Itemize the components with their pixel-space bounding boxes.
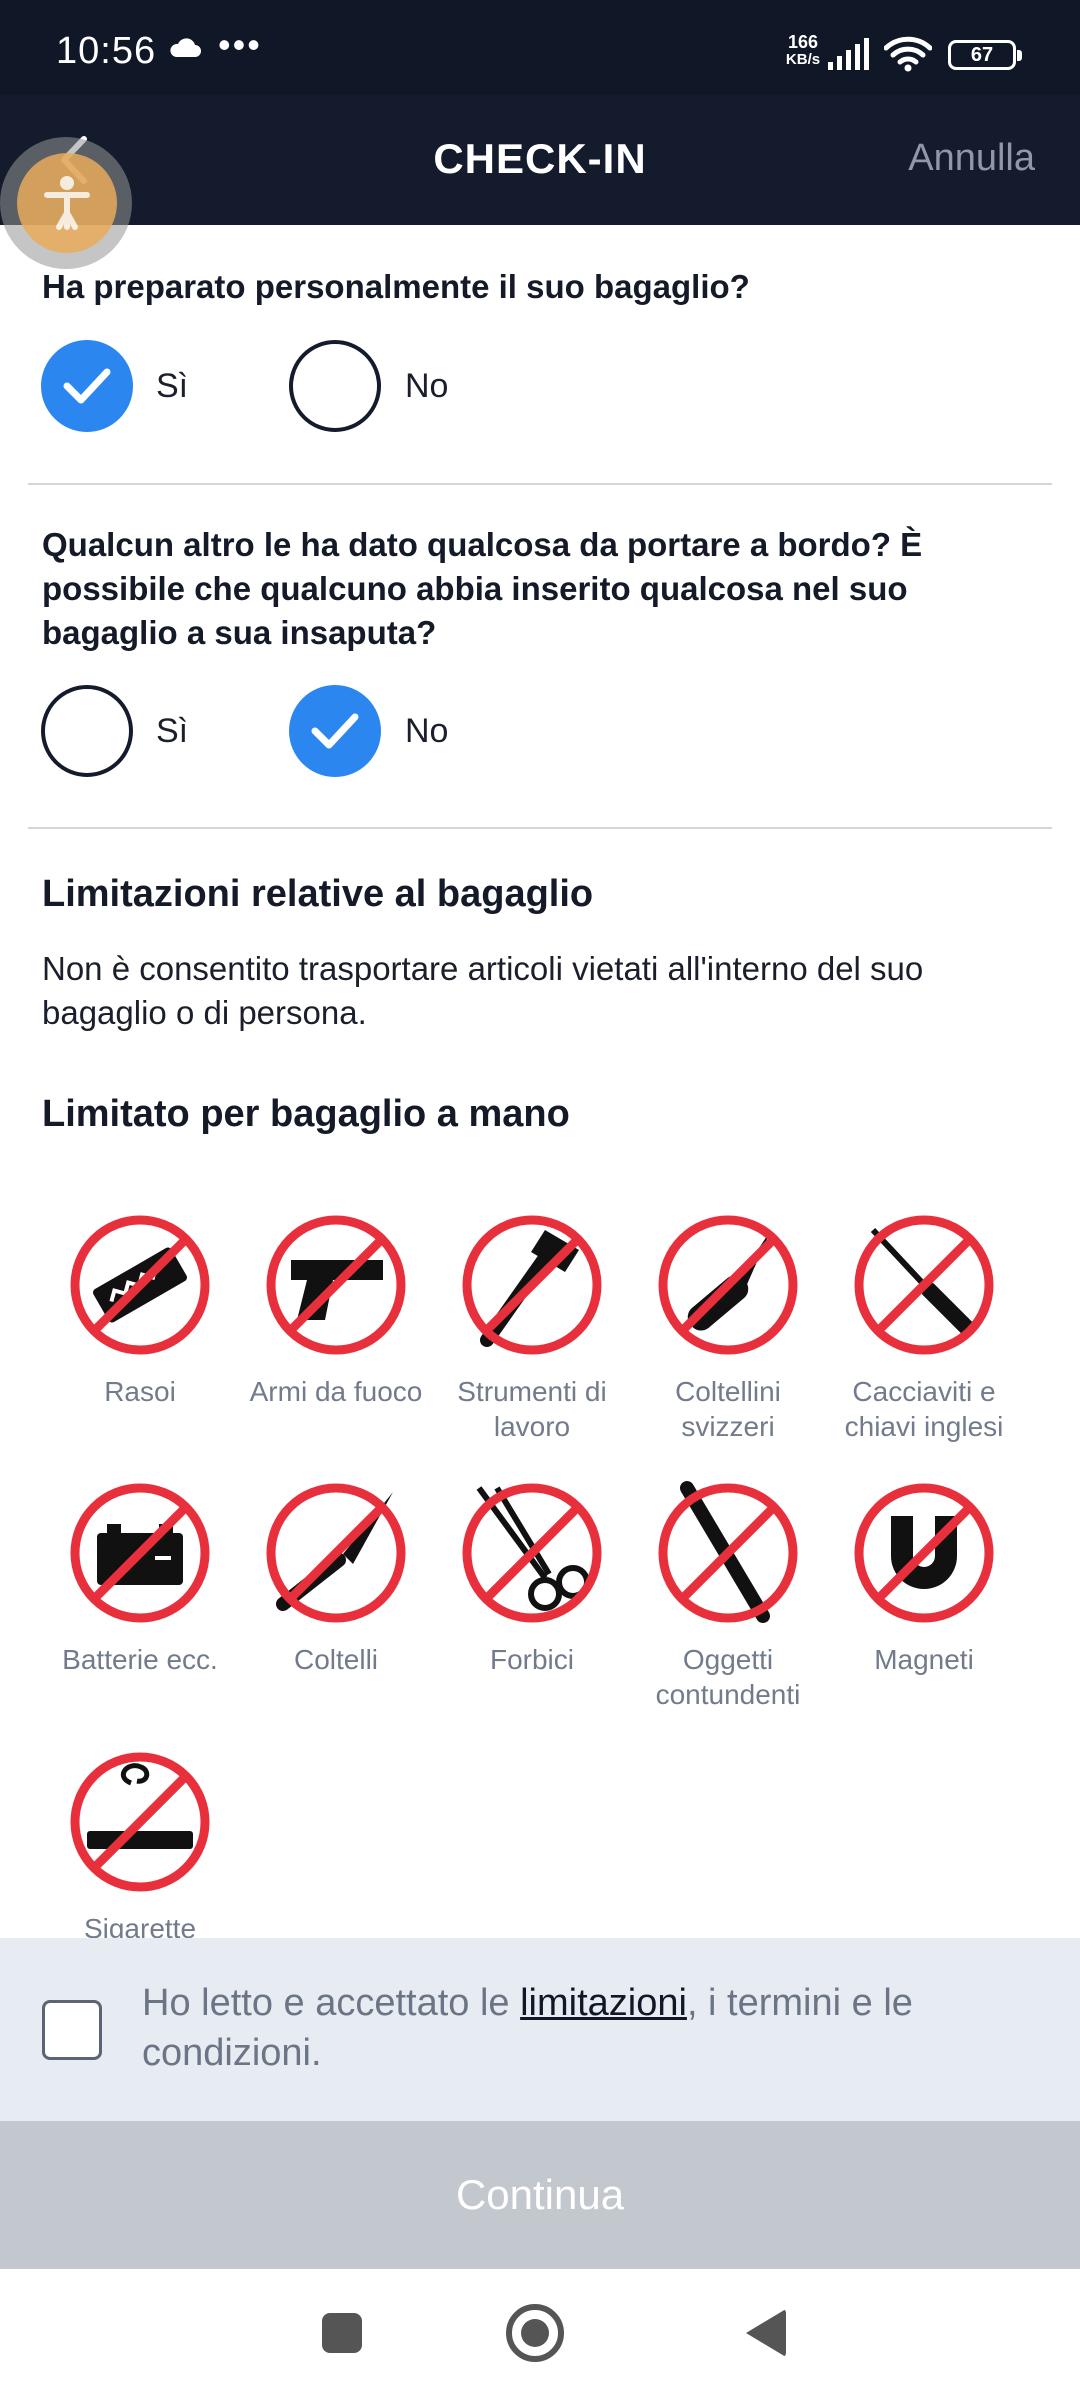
item-label: Oggetti contundenti [655,1644,801,1710]
battery-indicator: 67 [948,40,1022,70]
status-bar: 10:56 ••• 166 KB/s 67 [0,0,1080,95]
divider [28,827,1052,829]
restricted-item-knives: Coltelli [238,1478,434,1677]
accept-terms-bar: Ho letto e accettato le limitazioni, i t… [0,1938,1080,2121]
divider [28,483,1052,485]
nav-back-icon[interactable] [746,2309,786,2357]
item-label: Batterie ecc. [62,1644,218,1675]
restricted-item-razors: Rasoi [42,1210,238,1409]
radio-q1-no-label: No [405,367,449,405]
restricted-item-scissors: Forbici [434,1478,630,1677]
restricted-item-cigarettes: Sigarette [42,1747,238,1938]
check-icon [63,368,111,404]
scissors-icon [462,1483,602,1623]
network-speed: 166 KB/s [785,32,821,68]
battery-icon [70,1483,210,1623]
recent-apps-icon[interactable] [322,2313,362,2353]
signal-icon [828,38,869,70]
continue-button[interactable]: Continua [0,2121,1080,2269]
item-label: Strumenti di lavoro [457,1376,607,1442]
gun-icon [266,1215,406,1355]
cigarette-icon [70,1752,210,1892]
restricted-item-magnets: Magneti [826,1478,1022,1677]
cloud-icon [170,38,201,57]
question-items-from-others: Qualcun altro le ha dato qualcosa da por… [42,526,923,651]
question-packed-self: Ha preparato personalmente il suo bagagl… [42,268,750,305]
radio-q2-yes[interactable] [41,685,133,777]
restricted-item-batteries: Batterie ecc. [42,1478,238,1677]
item-label: Magneti [874,1644,974,1675]
knife-icon [266,1483,406,1623]
bat-icon [658,1481,798,1623]
restricted-item-tools: Strumenti di lavoro [434,1210,630,1444]
swiss-knife-icon [658,1215,798,1355]
radio-q2-no[interactable] [289,685,381,777]
item-label: Coltelli [293,1644,379,1675]
check-icon [311,713,359,749]
restricted-item-firearms: Armi da fuoco [238,1210,434,1409]
item-label: Armi da fuoco [249,1376,423,1407]
restrictions-description: Non è consentito trasportare articoli vi… [42,950,924,1031]
cancel-button[interactable]: Annulla [908,137,1035,180]
restrictions-title: Limitazioni relative al bagaglio [42,873,594,915]
radio-q1-yes[interactable] [41,340,133,432]
restricted-item-screwdrivers: Cacciaviti e chiavi inglesi [826,1210,1022,1444]
restricted-item-blunt-objects: Oggetti contundenti [630,1478,826,1712]
limitations-link[interactable]: limitazioni [520,1982,687,2024]
radio-q1-yes-label: Sì [156,367,189,405]
razor-blade-icon [70,1215,210,1355]
app-bar: CHECK-IN Annulla [0,95,1080,225]
system-nav-bar [0,2269,1080,2400]
more-notifications-icon: ••• [218,24,262,65]
restricted-item-swiss-knives: Coltellini svizzeri [630,1210,826,1444]
checkin-content[interactable]: Ha preparato personalmente il suo bagagl… [0,225,1080,1938]
radio-q1-no[interactable] [289,340,381,432]
item-label: Rasoi [104,1376,176,1407]
radio-q2-no-label: No [405,712,449,750]
item-label: Coltellini svizzeri [675,1376,781,1442]
tools-icon [462,1215,602,1355]
radio-q2-yes-label: Sì [156,712,189,750]
item-label: Sigarette [83,1913,197,1938]
item-label: Forbici [489,1644,574,1675]
accept-terms-text: Ho letto e accettato le limitazioni, i t… [142,1982,913,2074]
accessibility-icon [17,153,117,253]
accept-terms-checkbox[interactable] [42,2000,102,2060]
screwdriver-icon [854,1215,994,1355]
hand-luggage-title: Limitato per bagaglio a mano [42,1093,570,1135]
wifi-icon [884,36,932,72]
status-time: 10:56 [56,30,157,72]
item-label: Cacciaviti e chiavi inglesi [844,1376,1004,1442]
home-icon[interactable] [506,2304,564,2362]
magnet-icon [854,1483,994,1623]
